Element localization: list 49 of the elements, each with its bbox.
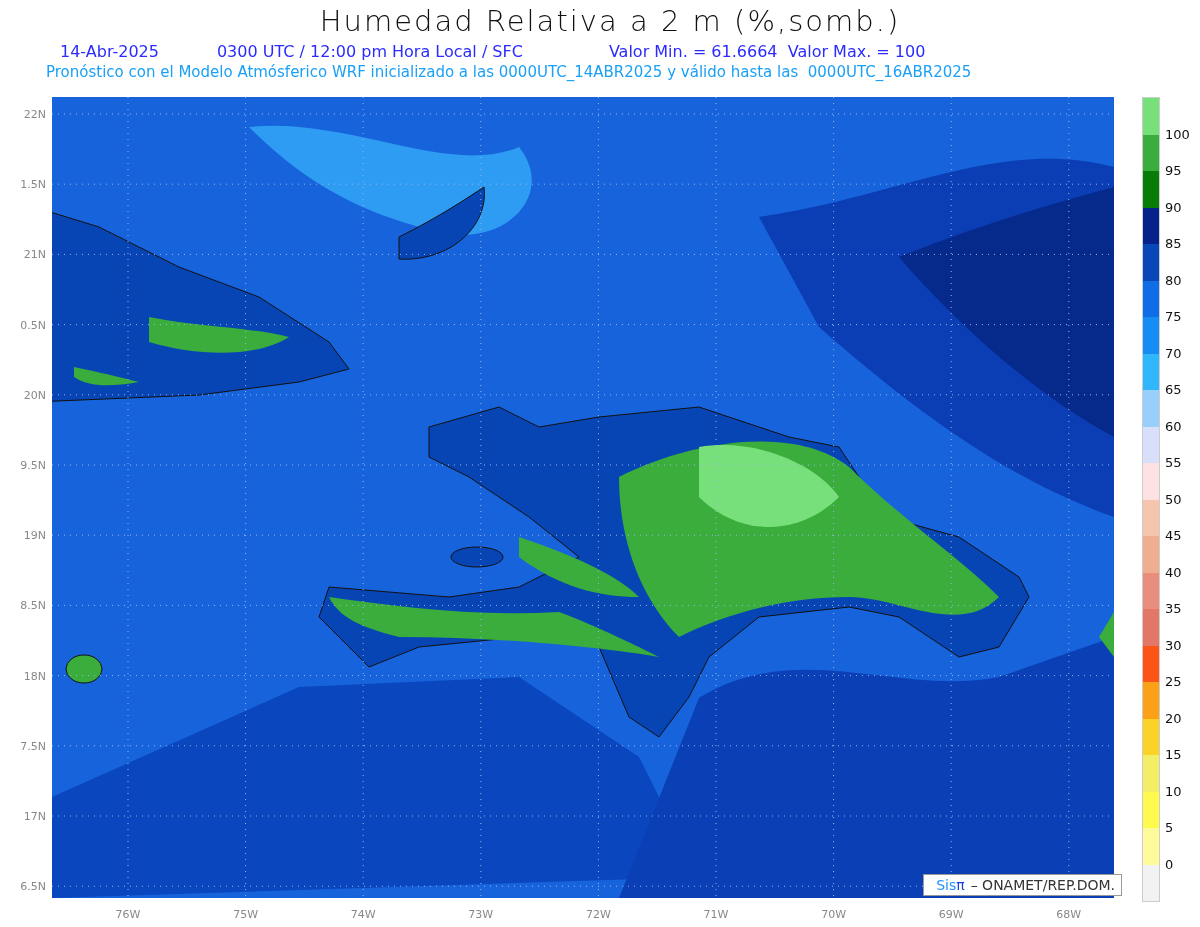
latitude-label: 22N bbox=[23, 107, 46, 121]
latitude-label: 0.5N bbox=[20, 318, 46, 332]
latitude-label: 9.5N bbox=[20, 458, 46, 472]
legend-label: 25 bbox=[1165, 673, 1182, 689]
legend-label: 5 bbox=[1165, 819, 1174, 835]
latitude-label: 7.5N bbox=[20, 739, 46, 753]
longitude-label: 70W bbox=[821, 908, 847, 921]
legend-label: 35 bbox=[1165, 600, 1182, 616]
credit-text: – ONAMET/REP.DOM. bbox=[970, 877, 1115, 893]
longitude-label: 72W bbox=[585, 908, 611, 921]
legend-label: 10 bbox=[1165, 783, 1182, 798]
legend-label: 40 bbox=[1165, 564, 1182, 579]
latitude-label: 6.5N bbox=[20, 879, 46, 893]
legend-label: 30 bbox=[1165, 637, 1182, 652]
legend-label: 20 bbox=[1165, 710, 1182, 725]
longitude-label: 68W bbox=[1056, 908, 1082, 921]
longitude-label: 73W bbox=[468, 908, 494, 921]
legend-label: 50 bbox=[1165, 491, 1182, 506]
longitude-label: 75W bbox=[233, 908, 259, 921]
longitude-label: 76W bbox=[115, 908, 141, 921]
legend-label: 70 bbox=[1165, 345, 1182, 360]
legend-label: 65 bbox=[1165, 381, 1182, 397]
legend-label: 0 bbox=[1165, 856, 1174, 871]
legend-label: 60 bbox=[1165, 418, 1182, 433]
latitude-label: 17N bbox=[23, 809, 46, 823]
longitude-label: 69W bbox=[938, 908, 964, 921]
legend-label: 55 bbox=[1165, 454, 1182, 470]
logo: Sisπ bbox=[936, 877, 965, 893]
latitude-label: 20N bbox=[23, 388, 46, 402]
forecast-description: Pronóstico con el Modelo Atmósferico WRF inicializado a las 0000UTC_14ABR2025 y válido hasta las 0000UTC_16ABR2025 bbox=[45, 63, 973, 83]
chart-title: Humedad Relativa a 2 m (%,somb.) bbox=[318, 3, 902, 40]
latitude-label: 19N bbox=[23, 528, 46, 542]
legend-label: 90 bbox=[1165, 199, 1182, 214]
legend-label: 75 bbox=[1165, 308, 1182, 324]
value-range-label: Valor Min. = 61.6664 Valor Max. = 100 bbox=[608, 42, 926, 63]
legend-label: 100 bbox=[1165, 126, 1190, 141]
legend-label: 15 bbox=[1165, 746, 1182, 762]
legend-label: 80 bbox=[1165, 272, 1182, 287]
latitude-label: 1.5N bbox=[20, 177, 46, 191]
legend-label: 85 bbox=[1165, 235, 1182, 251]
latitude-label: 8.5N bbox=[20, 598, 46, 612]
legend-label: 45 bbox=[1165, 527, 1182, 543]
date-label: 14-Abr-2025 bbox=[60, 42, 159, 63]
longitude-label: 71W bbox=[703, 908, 729, 921]
longitude-label: 74W bbox=[350, 908, 376, 921]
latitude-label: 18N bbox=[23, 669, 46, 683]
latitude-label: 21N bbox=[23, 247, 46, 261]
time-label: 0300 UTC / 12:00 pm Hora Local / SFC bbox=[216, 42, 523, 63]
legend-label: 95 bbox=[1165, 162, 1182, 178]
